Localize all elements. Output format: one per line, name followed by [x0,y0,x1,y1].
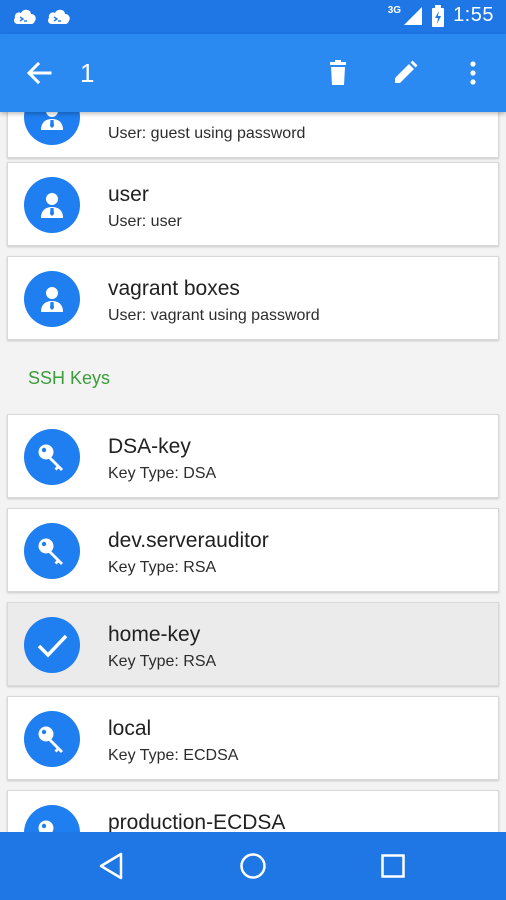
user-icon [41,112,63,130]
key-subtitle: Key Type: DSA [108,465,217,482]
key-card[interactable]: DSA-key Key Type: DSA [7,414,499,498]
key-title: dev.serverauditor [108,529,269,552]
host-subtitle: User: guest using password [108,125,306,142]
nav-back-icon[interactable] [96,850,128,882]
key-avatar [24,805,80,832]
key-icon [38,820,54,832]
host-card[interactable]: user User: user [7,162,499,246]
edit-icon[interactable] [390,58,420,88]
cloud-terminal-icon [14,9,36,24]
key-title: DSA-key [108,435,191,458]
key-subtitle: Key Type: ECDSA [108,747,239,764]
key-card[interactable]: dev.serverauditor Key Type: RSA [7,508,499,592]
notification-icons [12,6,72,26]
app-bar: 1 [0,34,506,112]
key-avatar [24,617,80,673]
host-subtitle: User: vagrant using password [108,307,320,324]
network-type: 3G [387,5,402,16]
host-card[interactable]: User: guest using password [7,112,499,158]
key-card[interactable]: production-ECDSA [7,790,499,832]
system-indicators: 3G 1:55 [388,4,494,27]
back-arrow-icon[interactable] [24,58,54,88]
host-title: user [108,183,149,206]
more-vert-icon[interactable] [458,58,488,88]
key-icon [38,726,63,753]
nav-home-icon[interactable] [237,850,269,882]
nav-recents-icon[interactable] [377,850,409,882]
key-card-selected[interactable]: home-key Key Type: RSA [7,602,499,686]
key-title: home-key [108,623,201,646]
key-avatar [24,523,80,579]
key-title: local [108,717,152,740]
user-icon [41,193,63,218]
signal-icon [404,6,423,25]
cloud-terminal-icon [48,9,70,24]
key-card[interactable]: local Key Type: ECDSA [7,696,499,780]
key-subtitle: Key Type: RSA [108,559,217,576]
host-card[interactable]: vagrant boxes User: vagrant using passwo… [7,256,499,340]
delete-icon[interactable] [323,58,353,88]
key-avatar [24,711,80,767]
section-header-ssh-keys: SSH Keys [28,368,111,388]
battery-charging-icon [432,4,445,27]
status-bar: 3G 1:55 [0,0,506,34]
selection-count: 1 [80,58,95,88]
user-icon [41,287,63,312]
key-title: production-ECDSA [108,811,286,832]
key-icon [38,538,63,565]
key-icon [38,444,63,471]
clock: 1:55 [453,4,494,26]
check-icon [37,634,68,658]
host-key-list: User: guest using password user User: us… [0,112,506,832]
host-avatar [24,112,80,145]
host-avatar [24,177,80,233]
host-title: vagrant boxes [108,277,240,300]
key-avatar [24,429,80,485]
host-avatar [24,271,80,327]
key-subtitle: Key Type: RSA [108,653,217,670]
system-nav-bar [0,832,506,900]
host-subtitle: User: user [108,213,182,230]
